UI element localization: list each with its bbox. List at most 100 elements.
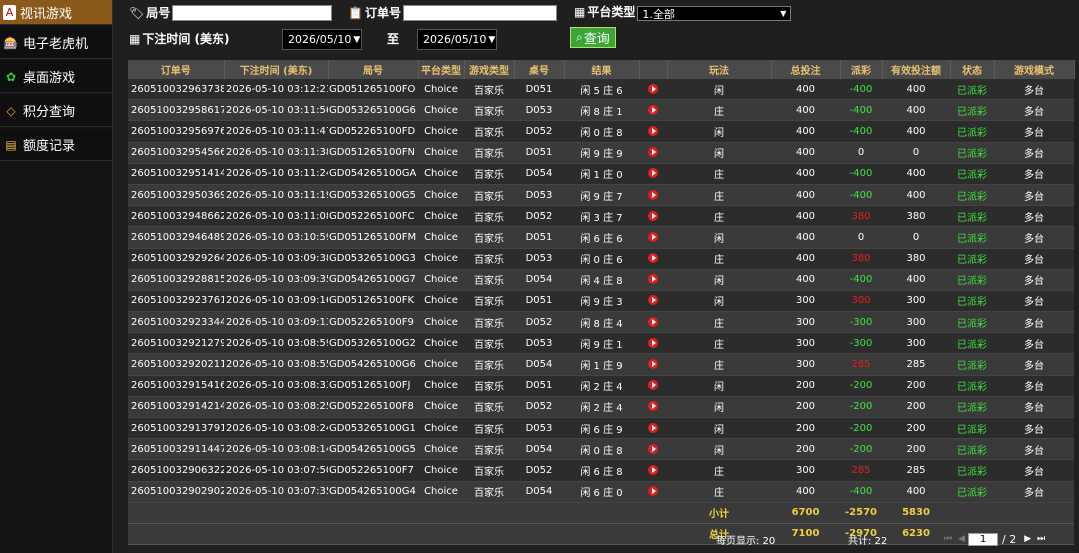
bet-time: 2026-05-10 03:08:24 <box>224 417 328 440</box>
play-video-icon[interactable] <box>648 464 658 475</box>
bet-time: 2026-05-10 03:07:35 <box>224 481 328 503</box>
table-row: 260510032915416 2026-05-10 03:08:33 GD0512… <box>128 375 1074 397</box>
play-type: 庄 <box>667 311 771 334</box>
sidebar-item-4[interactable]: ▤ 额度记录 <box>0 129 112 161</box>
play-video-icon[interactable] <box>648 253 658 264</box>
play-video-icon[interactable] <box>648 422 658 433</box>
play-video-icon[interactable] <box>648 316 658 327</box>
order-input[interactable] <box>402 4 557 21</box>
order-id: 260510032906322 <box>128 459 224 482</box>
sidebar-item-1[interactable]: 🎰 电子老虎机 <box>0 27 112 59</box>
bet-records-table: 订单号 下注时间 (美东) 局号 平台类型 游戏类型 桌号 结果 玩法 总投注 派彩 有效投注额 状态… <box>128 60 1075 545</box>
round-input[interactable] <box>172 4 333 21</box>
play-video-icon[interactable] <box>648 231 658 242</box>
platform: Choice <box>418 375 464 397</box>
date-to-input[interactable]: 2026/05/10 ▼ <box>417 29 497 50</box>
next-page-icon[interactable]: ▶ <box>1024 534 1031 544</box>
valid-bet: 400 <box>882 99 950 122</box>
prev-page-icon[interactable]: ◀ <box>958 534 965 544</box>
payout: 285 <box>840 353 882 376</box>
valid-bet: 400 <box>882 79 950 101</box>
play-video-icon[interactable] <box>648 359 658 370</box>
payout: 0 <box>840 142 882 164</box>
round-id: GD053265100G5 <box>328 184 418 207</box>
game-mode: 多台 <box>994 142 1074 164</box>
sidebar-item-0[interactable]: A 视讯游戏 <box>0 0 112 25</box>
query-button[interactable]: ⌕ 查询 <box>570 27 616 48</box>
table-id: D053 <box>514 248 564 270</box>
status: 已派彩 <box>950 459 994 482</box>
play-video-icon[interactable] <box>648 486 658 497</box>
sidebar-item-2[interactable]: ✿ 桌面游戏 <box>0 61 112 93</box>
last-page-icon[interactable]: ⏭ <box>1037 534 1045 544</box>
column-header: 订单号 <box>128 60 225 79</box>
payout: -400 <box>840 120 882 143</box>
table-row: 260510032923761 2026-05-10 03:09:16 GD0512… <box>128 290 1074 313</box>
bet-time: 2026-05-10 03:09:35 <box>224 269 328 291</box>
game-type: 百家乐 <box>464 226 514 249</box>
sidebar-item-3[interactable]: ◇ 积分查询 <box>0 95 112 127</box>
table-row: 260510032929264 2026-05-10 03:09:38 GD0532… <box>128 248 1074 270</box>
status: 已派彩 <box>950 142 994 164</box>
play-video-icon[interactable] <box>648 147 658 158</box>
game-mode: 多台 <box>994 396 1074 419</box>
column-header: 总投注 <box>771 60 841 79</box>
video-cell <box>639 481 667 503</box>
footer-spacer <box>128 502 667 524</box>
table-row: 260510032914214 2026-05-10 03:08:25 GD0522… <box>128 396 1074 419</box>
play-video-icon[interactable] <box>648 189 658 200</box>
play-type: 庄 <box>667 205 771 228</box>
play-video-icon[interactable] <box>648 104 658 115</box>
total-bet: 400 <box>771 120 840 143</box>
table-id: D053 <box>514 417 564 440</box>
payout: 0 <box>840 226 882 249</box>
order-id: 260510032929264 <box>128 248 224 270</box>
play-video-icon[interactable] <box>648 295 658 306</box>
main-panel: 🏷 局号 📋 订单号 ▦ 平台类型 1.全部 ▼ ▦ 下注时间 (美东) 202… <box>113 0 1079 553</box>
platform: Choice <box>418 459 464 482</box>
platform: Choice <box>418 79 464 101</box>
valid-bet: 300 <box>882 332 950 355</box>
payout: -400 <box>840 184 882 207</box>
platform-select[interactable]: 1.全部 ▼ <box>637 6 792 21</box>
footer-spacer <box>128 523 667 545</box>
document-icon: ▤ <box>5 137 17 152</box>
round-id: GD052265100FD <box>328 120 418 143</box>
order-id: 260510032920211 <box>128 353 224 376</box>
play-video-icon[interactable] <box>648 125 658 136</box>
status: 已派彩 <box>950 481 994 503</box>
total-bet: 300 <box>771 290 840 313</box>
bet-time: 2026-05-10 03:08:14 <box>224 438 328 461</box>
column-header: 游戏模式 <box>994 60 1075 79</box>
video-cell <box>639 438 667 461</box>
status: 已派彩 <box>950 417 994 440</box>
table-row: 260510032946489 2026-05-10 03:10:59 GD0512… <box>128 226 1074 249</box>
table-row: 260510032911447 2026-05-10 03:08:14 GD0542… <box>128 438 1074 461</box>
play-video-icon[interactable] <box>648 274 658 285</box>
play-video-icon[interactable] <box>648 168 658 179</box>
table-row: 260510032928815 2026-05-10 03:09:35 GD0542… <box>128 269 1074 291</box>
page-input[interactable]: 1 <box>968 532 999 546</box>
play-video-icon[interactable] <box>648 83 658 94</box>
payout: 380 <box>840 205 882 228</box>
play-video-icon[interactable] <box>648 380 658 391</box>
round-label: 局号 <box>146 6 171 20</box>
table-footer: 小计 6700 -2570 5830 总计 7100 -2970 6230 <box>128 502 1074 545</box>
payout: 285 <box>840 459 882 482</box>
play-video-icon[interactable] <box>648 210 658 221</box>
result: 闲 3 庄 7 <box>564 205 639 228</box>
first-page-icon[interactable]: ⏮ <box>944 534 952 544</box>
play-video-icon[interactable] <box>648 401 658 412</box>
bet-time: 2026-05-10 03:09:13 <box>224 311 328 334</box>
date-from-input[interactable]: 2026/05/10 ▼ <box>282 29 362 50</box>
pagination-controls: ⏮ ◀ 1 / 2 ▶ ⏭ <box>941 532 1048 546</box>
payout: 300 <box>840 290 882 313</box>
table-row: 260510032958617 2026-05-10 03:11:56 GD0532… <box>128 99 1074 122</box>
search-icon: ⌕ <box>576 30 583 44</box>
game-type: 百家乐 <box>464 311 514 334</box>
to-label: 至 <box>387 32 400 46</box>
play-type: 闲 <box>667 79 771 101</box>
play-video-icon[interactable] <box>648 443 658 454</box>
play-video-icon[interactable] <box>648 337 658 348</box>
table-row: 260510032920211 2026-05-10 03:08:55 GD0542… <box>128 353 1074 376</box>
